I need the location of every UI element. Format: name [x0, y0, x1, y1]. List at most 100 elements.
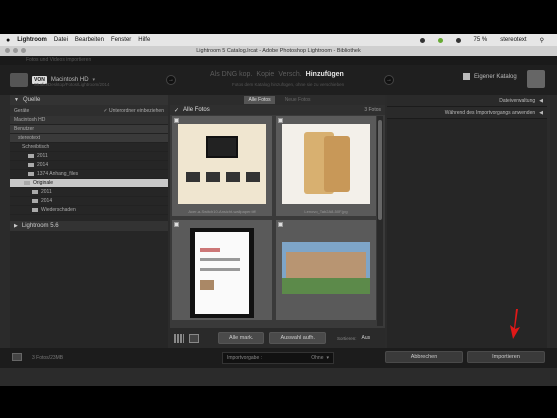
thumbnail-checkbox[interactable]	[278, 118, 283, 123]
folder-icon	[28, 154, 34, 158]
minimize-button[interactable]	[13, 48, 18, 53]
folder-tree-item[interactable]: 1374 Anhang_files	[10, 170, 168, 179]
triangle-down-icon[interactable]: ▼	[14, 97, 19, 103]
include-subfolders-checkbox[interactable]: ✓ Unterordner einbeziehen	[103, 108, 164, 114]
catalog-box-icon	[527, 70, 545, 88]
destination-selector[interactable]: Eigener Katalog	[463, 73, 517, 80]
close-button[interactable]	[5, 48, 10, 53]
thumbnail-cell[interactable]	[172, 220, 272, 320]
check-all-button[interactable]: Alle mark.	[218, 332, 265, 344]
sort-select[interactable]: Aus	[362, 335, 371, 341]
status-area: 75 % stereotext ⚲	[419, 37, 551, 44]
thumbnail-checkbox[interactable]	[278, 222, 283, 227]
source-path: Studio/Desktop/Fotos/Lightroom/2014	[34, 82, 110, 87]
source-selector[interactable]: VON Macintosh HD ▾	[10, 69, 166, 91]
grid-scrollbar[interactable]	[377, 116, 383, 326]
grid-toolbar: Alle mark. Auswahl aufh. Sortieren: Aus	[170, 328, 385, 348]
scrollbar-thumb[interactable]	[378, 120, 382, 220]
import-button[interactable]: Importieren	[467, 351, 545, 363]
destination-name[interactable]: Eigener Katalog	[474, 74, 517, 80]
hard-disk-icon	[10, 73, 28, 87]
sort-label: Sortieren:	[337, 335, 357, 341]
checkmark-icon[interactable]: ✓	[174, 107, 179, 114]
menu-bearbeiten[interactable]: Bearbeiten	[75, 37, 104, 43]
user-name[interactable]: stereotext	[500, 37, 526, 43]
tab-all-photos[interactable]: Alle Fotos	[244, 96, 275, 104]
lightroom-volume-row[interactable]: ▶ Lightroom 5.6	[10, 221, 168, 231]
uncheck-all-button[interactable]: Auswahl aufh.	[269, 332, 327, 344]
wifi-icon[interactable]	[455, 37, 461, 43]
cancel-button[interactable]: Abbrechen	[385, 351, 463, 363]
menu-hilfe[interactable]: Hilfe	[138, 37, 150, 43]
zoom-button[interactable]	[21, 48, 26, 53]
tablet-photo[interactable]	[178, 124, 266, 204]
thumbnail-cell[interactable]: Lenovo_Tab2A8-50F.jpg	[276, 116, 376, 216]
file-handling-panel: Dateiverwaltung ◀ Während des Importvorg…	[387, 95, 547, 348]
mode-add[interactable]: Hinzufügen	[306, 71, 344, 78]
folder-tree: Macintosh HD Benutzer stereotext Schreibtis…	[10, 116, 168, 221]
import-header: VON Macintosh HD ▾ Studio/Desktop/Fotos/…	[0, 65, 557, 95]
folder-tree-label: 1374 Anhang_files	[37, 171, 79, 177]
thumbnail-caption: Lenovo_Tab2A8-50F.jpg	[304, 209, 348, 214]
phone-photo[interactable]	[282, 124, 370, 204]
tab-new-photos[interactable]: Neue Fotos	[285, 97, 311, 103]
folder-tree-item[interactable]: 2014	[10, 197, 168, 206]
mode-copy[interactable]: Kopie	[256, 71, 274, 78]
building-photo[interactable]	[282, 242, 370, 294]
folder-tree-item[interactable]: stereotext	[10, 134, 168, 143]
preset-value[interactable]: Ohne	[311, 355, 323, 361]
folder-tree-label: Schreibtisch	[22, 144, 50, 150]
arrow-right-icon: →	[384, 75, 394, 85]
battery-indicator[interactable]: 75 %	[474, 37, 488, 43]
thumbnail-cell[interactable]: Acer-a-Switch10-Ansicht-wallpaper.tiff	[172, 116, 272, 216]
folder-icon	[32, 208, 38, 212]
source-panel-title: Quelle	[22, 97, 41, 103]
folder-tree-item[interactable]: Wiederschaden	[10, 206, 168, 215]
folder-tree-item[interactable]: 2011	[10, 188, 168, 197]
import-mode-tabs: Als DNG kop. Kopie Versch. Hinzufügen	[210, 71, 344, 78]
source-panel-header[interactable]: ▼ Quelle	[10, 95, 168, 105]
search-icon[interactable]: ⚲	[540, 37, 544, 44]
grid-view-icon[interactable]	[174, 333, 184, 343]
thumbnail-cell[interactable]	[276, 220, 376, 320]
import-preset-select[interactable]: Importvorgabe : Ohne ▾	[222, 352, 334, 364]
triangle-right-icon[interactable]: ▶	[14, 223, 18, 229]
folder-tree-label: stereotext	[18, 135, 40, 141]
mode-move[interactable]: Versch.	[278, 71, 301, 78]
thumbnail-checkbox[interactable]	[174, 222, 179, 227]
menu-lightroom[interactable]: Lightroom	[17, 37, 47, 43]
window-controls	[5, 48, 26, 53]
document-photo[interactable]	[190, 228, 254, 318]
red-arrow-annotation	[510, 309, 520, 339]
file-handling-title: Dateiverwaltung	[499, 97, 536, 104]
photo-grid-area: Alle Fotos Neue Fotos ✓ Alle Fotos 3 Fot…	[170, 95, 385, 348]
folder-tree-item[interactable]: Schreibtisch	[10, 143, 168, 152]
folder-tree-label: 2011	[37, 153, 48, 159]
import-preview-icon[interactable]	[12, 353, 22, 361]
triangle-left-icon[interactable]: ◀	[539, 110, 543, 116]
triangle-left-icon[interactable]: ◀	[539, 98, 543, 104]
tray-icon[interactable]	[419, 37, 425, 43]
tray-icon[interactable]	[437, 37, 443, 43]
folder-tree-item[interactable]: 2011	[10, 152, 168, 161]
loupe-view-icon[interactable]	[189, 333, 199, 343]
folder-tree-item[interactable]: Benutzer	[10, 125, 168, 134]
folder-tree-item[interactable]: 2014	[10, 161, 168, 170]
folder-icon	[24, 181, 30, 185]
chevron-down-icon[interactable]: ▾	[326, 355, 329, 361]
apply-during-import-header[interactable]: Während des Importvorgangs anwenden ◀	[387, 107, 547, 119]
folder-icon	[28, 172, 34, 176]
menu-fenster[interactable]: Fenster	[111, 37, 131, 43]
folder-tree-item[interactable]: Macintosh HD	[10, 116, 168, 125]
folder-tree-item[interactable]: Originale	[10, 179, 168, 188]
arrow-right-icon: →	[166, 75, 176, 85]
folder-tree-label: Benutzer	[14, 126, 35, 132]
folder-icon	[32, 190, 38, 194]
thumbnail-grid: Acer-a-Switch10-Ansicht-wallpaper.tiff L…	[172, 116, 376, 326]
file-handling-header[interactable]: Dateiverwaltung ◀	[387, 95, 547, 107]
apple-icon[interactable]: ●	[6, 37, 10, 44]
menu-datei[interactable]: Datei	[54, 37, 68, 43]
mode-dng[interactable]: Als DNG kop.	[210, 71, 252, 78]
thumbnail-checkbox[interactable]	[174, 118, 179, 123]
apply-during-import-title: Während des Importvorgangs anwenden	[444, 109, 536, 116]
